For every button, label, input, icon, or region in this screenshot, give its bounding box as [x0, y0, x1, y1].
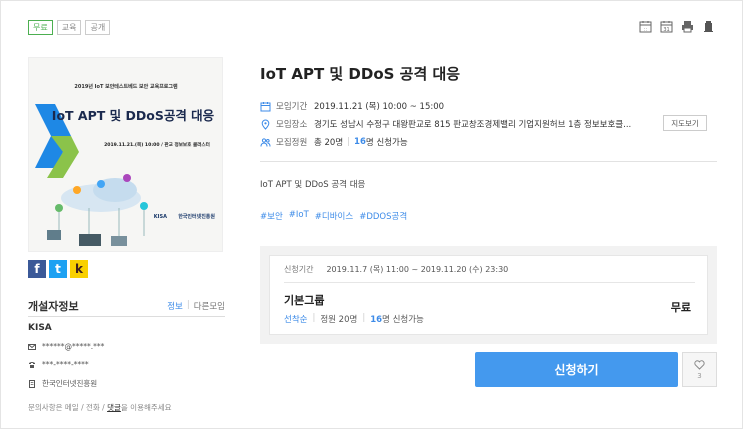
- host-organization: 한국인터넷진흥원: [42, 379, 98, 388]
- host-tab-info[interactable]: 정보: [167, 300, 183, 312]
- phone-icon: [29, 361, 35, 368]
- host-org-row: 한국인터넷진흥원: [28, 378, 97, 389]
- hashtag[interactable]: #DDOS공격: [359, 210, 407, 222]
- host-name: KISA: [28, 323, 52, 333]
- svg-text:31: 31: [663, 27, 669, 33]
- calendar-icon[interactable]: 31: [660, 20, 673, 33]
- host-email[interactable]: ******@*****.***: [42, 342, 104, 351]
- map-view-button[interactable]: 지도보기: [663, 115, 707, 131]
- people-icon: [260, 137, 271, 147]
- host-tab-separator: |: [186, 300, 190, 310]
- event-place-value: 경기도 성남시 수정구 대왕판교로 815 판교창조경제밸리 기업지원허브 1층…: [314, 120, 632, 130]
- event-description: IoT APT 및 DDoS 공격 대응: [260, 180, 366, 190]
- tag-education[interactable]: 교육: [56, 20, 82, 35]
- registration-period-value: 2019.11.7 (목) 11:00 ~ 2019.11.20 (수) 23:…: [326, 265, 509, 274]
- poster-top-text: 2019년 IoT 보안테스트베드 보안 교육프로그램: [74, 83, 178, 90]
- kakao-share-button[interactable]: k: [70, 260, 88, 278]
- event-title: IoT APT 및 DDoS 공격 대응: [260, 65, 461, 83]
- event-capacity-total: 총 20명: [314, 138, 344, 148]
- host-header: 개설자정보 정보 | 다른모임: [28, 298, 225, 314]
- building-icon: [29, 379, 35, 388]
- like-count: 3: [697, 371, 702, 380]
- event-page: 무료 교육 공개 :: 31 2019년 IoT 보안테스트베드 보안 교육프로…: [0, 0, 743, 429]
- svg-text:::: ::: [644, 28, 647, 33]
- like-button[interactable]: 3: [682, 352, 717, 387]
- group-separator: |: [362, 313, 366, 323]
- poster-logo-prefix: KISA: [154, 214, 167, 220]
- heart-icon: [694, 359, 705, 370]
- info-divider: [260, 161, 717, 162]
- group-details: 선착순 | 정원 20명 | 16명 신청가능: [284, 313, 424, 325]
- host-divider: [28, 316, 225, 317]
- event-date-label: 모임기간: [276, 102, 308, 112]
- event-date-value: 2019.11.21 (목) 10:00 ~ 15:00: [314, 102, 445, 112]
- event-date-row: 모임기간 2019.11.21 (목) 10:00 ~ 15:00: [260, 100, 444, 112]
- registration-panel: 신청기간 2019.11.7 (목) 11:00 ~ 2019.11.20 (수…: [260, 246, 717, 344]
- bookmark-icon[interactable]: [702, 20, 715, 33]
- hashtag[interactable]: #IoT: [289, 210, 309, 222]
- toolbar: :: 31: [639, 20, 715, 33]
- host-section-title: 개설자정보: [28, 300, 79, 313]
- hashtag-list: #보안 #IoT #디바이스 #DDOS공격: [260, 210, 407, 222]
- poster-logo-text: 한국인터넷진흥원: [178, 213, 215, 220]
- event-capacity-separator: |: [347, 137, 351, 147]
- mail-icon: [28, 343, 36, 350]
- registration-divider: [284, 282, 695, 283]
- facebook-share-button[interactable]: f: [28, 260, 46, 278]
- host-email-row: ******@*****.***: [28, 342, 104, 351]
- twitter-share-button[interactable]: t: [49, 260, 67, 278]
- apply-button[interactable]: 신청하기: [475, 352, 678, 387]
- host-tab-other[interactable]: 다른모임: [194, 300, 225, 312]
- group-separator: |: [312, 313, 316, 323]
- poster-date-line: 2019.11.21.(목) 10:00 / 판교 정보보호 클러스터: [104, 141, 210, 148]
- tag-public[interactable]: 공개: [85, 20, 111, 35]
- group-available-num: 16: [370, 315, 383, 325]
- hashtag[interactable]: #디바이스: [315, 210, 353, 222]
- host-phone-row: ***-****-****: [28, 360, 89, 369]
- location-pin-icon: [261, 118, 270, 130]
- event-capacity-label: 모집정원: [276, 138, 308, 148]
- comment-link[interactable]: 댓글: [107, 403, 121, 412]
- host-phone[interactable]: ***-****-****: [42, 360, 89, 369]
- registration-group-card[interactable]: 신청기간 2019.11.7 (목) 11:00 ~ 2019.11.20 (수…: [269, 255, 708, 335]
- host-contact-note: 문의사항은 메일 / 전화 / 댓글을 이용해주세요: [28, 402, 172, 413]
- share-buttons: f t k: [28, 260, 88, 278]
- event-capacity-available-num: 16: [354, 137, 366, 147]
- group-price: 무료: [670, 301, 691, 314]
- group-available: 16명 신청가능: [370, 313, 424, 325]
- tag-list: 무료 교육 공개: [28, 20, 111, 35]
- hashtag[interactable]: #보안: [260, 210, 283, 222]
- event-capacity-available-text: 명 신청가능: [365, 138, 408, 148]
- group-capacity: 정원 20명: [320, 315, 358, 325]
- event-place-label: 모임장소: [276, 120, 308, 130]
- tag-free[interactable]: 무료: [28, 20, 53, 35]
- calendar-add-icon[interactable]: ::: [639, 20, 652, 33]
- host-tabs: 정보 | 다른모임: [167, 300, 225, 312]
- event-poster: 2019년 IoT 보안테스트베드 보안 교육프로그램 IoT APT 및 DD…: [28, 57, 223, 252]
- print-icon[interactable]: [681, 20, 694, 33]
- registration-period: 신청기간 2019.11.7 (목) 11:00 ~ 2019.11.20 (수…: [284, 264, 508, 275]
- registration-period-label: 신청기간: [284, 265, 314, 274]
- poster-image: 2019년 IoT 보안테스트베드 보안 교육프로그램 IoT APT 및 DD…: [29, 58, 222, 251]
- group-name: 기본그룹: [284, 294, 325, 307]
- poster-headline: IoT APT 및 DDoS공격 대응: [52, 108, 215, 123]
- host-note-text: 문의사항은 메일 / 전화 /: [28, 403, 108, 412]
- calendar-icon: [260, 101, 271, 111]
- event-place-row: 모임장소 경기도 성남시 수정구 대왕판교로 815 판교창조경제밸리 기업지원…: [260, 118, 631, 130]
- event-capacity-row: 모집정원 총 20명 | 16 명 신청가능: [260, 136, 408, 148]
- host-note-suffix: 을 이용해주세요: [120, 403, 172, 412]
- group-available-text: 명 신청가능: [382, 315, 424, 325]
- group-order: 선착순: [284, 315, 308, 325]
